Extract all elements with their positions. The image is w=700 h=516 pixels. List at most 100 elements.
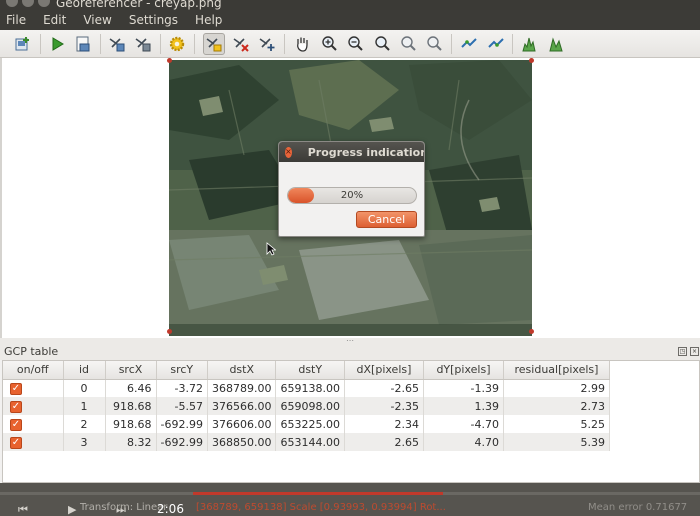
maximize-window-icon[interactable]	[38, 0, 50, 7]
cell-dy: -1.39	[423, 379, 504, 397]
table-header-row: on/off id srcX srcY dstX dstY dX[pixels]…	[3, 361, 610, 380]
zoom-out-icon[interactable]	[344, 33, 366, 55]
menu-view[interactable]: View	[77, 13, 117, 27]
close-window-icon[interactable]	[6, 0, 18, 7]
cell-dsty[interactable]: 659098.00	[275, 397, 345, 415]
menu-help[interactable]: Help	[189, 13, 228, 27]
cell-dx: -2.35	[344, 397, 424, 415]
col-srcx[interactable]: srcX	[105, 361, 157, 380]
cell-id: 3	[63, 433, 106, 451]
gcp-point-2[interactable]	[529, 329, 534, 334]
cell-dy: 1.39	[423, 397, 504, 415]
cell-srcy[interactable]: -692.99	[156, 415, 208, 433]
cell-dstx[interactable]: 368789.00	[207, 379, 277, 397]
enabled-checkbox[interactable]: ✓	[10, 400, 22, 413]
cell-dy: -4.70	[423, 415, 504, 433]
transform-status: Transform: Linear	[80, 502, 168, 513]
gcp-point-0[interactable]	[167, 58, 172, 63]
cell-srcy[interactable]: -692.99	[156, 433, 208, 451]
cell-residual: 5.39	[503, 433, 610, 451]
mouse-cursor-icon	[266, 242, 276, 256]
load-gcp-icon[interactable]	[106, 33, 128, 55]
cell-dstx[interactable]: 376566.00	[207, 397, 277, 415]
close-panel-icon[interactable]: ×	[690, 347, 699, 356]
cell-srcx[interactable]: 918.68	[105, 415, 157, 433]
col-srcy[interactable]: srcY	[156, 361, 208, 380]
cell-dstx[interactable]: 376606.00	[207, 415, 277, 433]
cell-dsty[interactable]: 653225.00	[275, 415, 345, 433]
add-point-icon[interactable]	[203, 33, 225, 55]
table-row[interactable]: ✓ 0 6.46 -3.72 368789.00 659138.00 -2.65…	[3, 379, 610, 397]
cell-id: 1	[63, 397, 106, 415]
zoom-next-icon[interactable]	[423, 33, 445, 55]
progress-label: 20%	[340, 190, 364, 201]
open-raster-icon[interactable]	[12, 33, 34, 55]
mean-error-status: Mean error 0.71677	[588, 502, 688, 513]
transformation-settings-icon[interactable]	[166, 33, 188, 55]
col-dx[interactable]: dX[pixels]	[344, 361, 424, 380]
link-georeferencer-to-qgis-icon[interactable]	[458, 33, 480, 55]
cell-dx: -2.65	[344, 379, 424, 397]
menu-edit[interactable]: Edit	[37, 13, 72, 27]
table-row[interactable]: ✓ 3 8.32 -692.99 368850.00 653144.00 2.6…	[3, 433, 610, 451]
cell-dsty[interactable]: 659138.00	[275, 379, 345, 397]
video-time: 2:06	[157, 502, 184, 516]
progress-dialog: × Progress indication 20% Cancel	[278, 141, 425, 237]
title-bar: Georeferencer - creyap.png	[0, 0, 700, 10]
save-gcp-icon[interactable]	[132, 33, 154, 55]
zoom-in-icon[interactable]	[318, 33, 340, 55]
delete-point-icon[interactable]	[230, 33, 252, 55]
gcp-panel-header: GCP table ◳ ×	[0, 344, 700, 360]
status-bar: ⏮ ▶ ⏭ Transform: Linear 2:06 [368789, 65…	[0, 483, 700, 516]
link-qgis-to-georeferencer-icon[interactable]	[485, 33, 507, 55]
progress-bar: 20%	[287, 187, 417, 204]
local-histogram-stretch-icon[interactable]	[545, 33, 567, 55]
play-icon[interactable]: ▶	[68, 503, 76, 516]
zoom-last-icon[interactable]	[397, 33, 419, 55]
full-histogram-stretch-icon[interactable]	[519, 33, 541, 55]
cell-id: 0	[63, 379, 106, 397]
window-title: Georeferencer - creyap.png	[56, 0, 222, 10]
col-id[interactable]: id	[63, 361, 106, 380]
cell-dy: 4.70	[423, 433, 504, 451]
cell-srcx[interactable]: 8.32	[105, 433, 157, 451]
col-onoff[interactable]: on/off	[3, 361, 64, 380]
col-dstx[interactable]: dstX	[207, 361, 277, 380]
col-residual[interactable]: residual[pixels]	[503, 361, 610, 380]
gcp-point-3[interactable]	[167, 329, 172, 334]
cancel-button[interactable]: Cancel	[356, 211, 417, 228]
menu-settings[interactable]: Settings	[123, 13, 184, 27]
enabled-checkbox[interactable]: ✓	[10, 436, 22, 449]
cell-residual: 2.73	[503, 397, 610, 415]
col-dy[interactable]: dY[pixels]	[423, 361, 504, 380]
seek-progress[interactable]	[193, 492, 443, 495]
cell-srcx[interactable]: 6.46	[105, 379, 157, 397]
menu-file[interactable]: File	[6, 13, 32, 27]
minimize-window-icon[interactable]	[22, 0, 34, 7]
table-row[interactable]: ✓ 1 918.68 -5.57 376566.00 659098.00 -2.…	[3, 397, 610, 415]
cell-srcx[interactable]: 918.68	[105, 397, 157, 415]
generate-script-icon[interactable]	[72, 33, 94, 55]
gcp-point-1[interactable]	[529, 58, 534, 63]
cell-srcy[interactable]: -5.57	[156, 397, 208, 415]
enabled-checkbox[interactable]: ✓	[10, 382, 22, 395]
zoom-to-layer-icon[interactable]	[371, 33, 393, 55]
cell-dstx[interactable]: 368850.00	[207, 433, 277, 451]
toolbar	[0, 30, 700, 58]
start-georeferencing-icon[interactable]	[46, 33, 68, 55]
float-panel-icon[interactable]: ◳	[678, 347, 687, 356]
enabled-checkbox[interactable]: ✓	[10, 418, 22, 431]
cell-dsty[interactable]: 653144.00	[275, 433, 345, 451]
pan-icon[interactable]	[291, 33, 313, 55]
cell-dx: 2.34	[344, 415, 424, 433]
col-dsty[interactable]: dstY	[275, 361, 345, 380]
coordinate-status: [368789, 659138] Scale [0.93993, 0.93994…	[196, 502, 446, 513]
move-gcp-icon[interactable]	[256, 33, 278, 55]
table-row[interactable]: ✓ 2 918.68 -692.99 376606.00 653225.00 2…	[3, 415, 610, 433]
skip-back-icon[interactable]: ⏮	[18, 503, 28, 516]
cell-id: 2	[63, 415, 106, 433]
dialog-title: Progress indication	[307, 145, 425, 159]
dialog-close-icon[interactable]: ×	[285, 146, 292, 158]
cell-residual: 5.25	[503, 415, 610, 433]
cell-srcy[interactable]: -3.72	[156, 379, 208, 397]
